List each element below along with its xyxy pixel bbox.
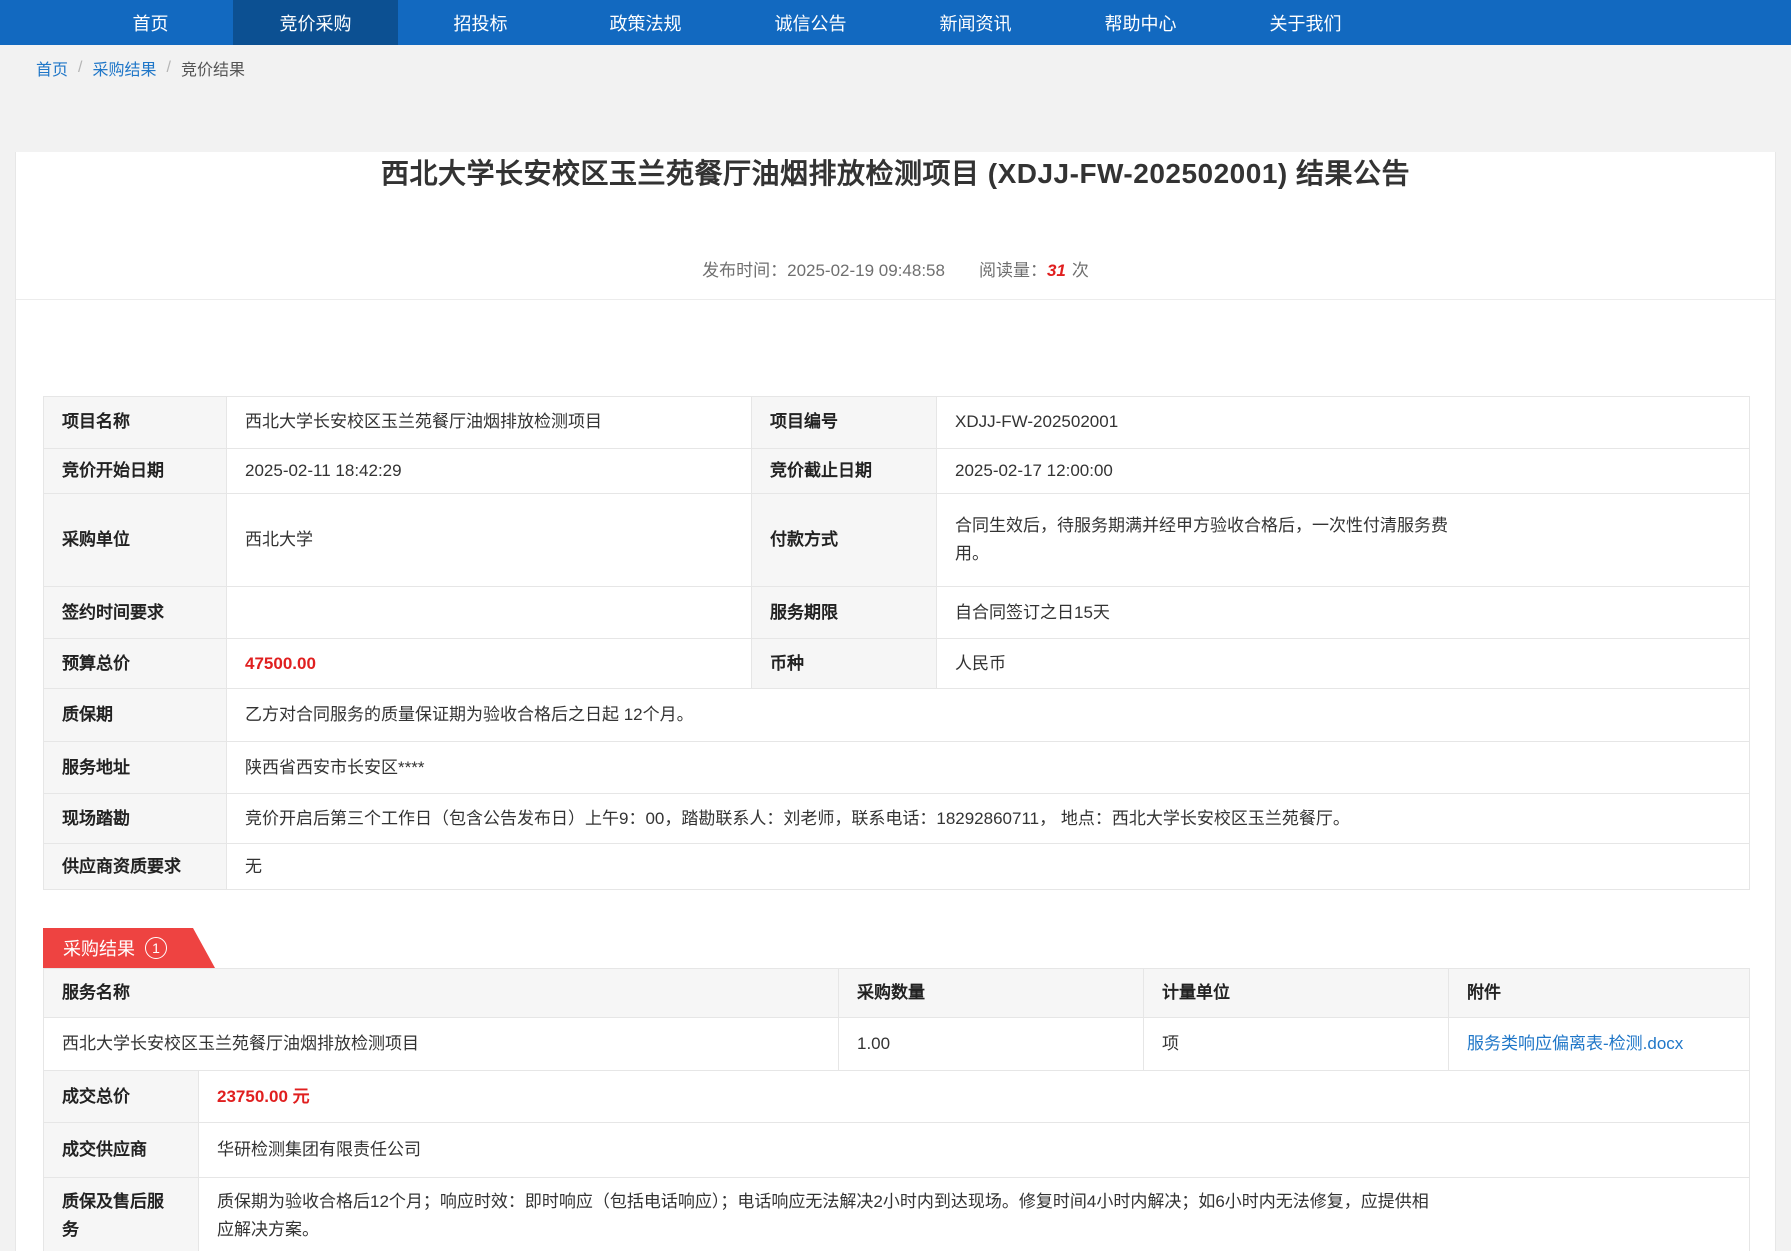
warranty-value: 乙方对合同服务的质量保证期为验收合格后之日起 12个月。 [227,689,1750,742]
result-table-header: 服务名称 采购数量 计量单位 附件 [44,969,1750,1018]
nav-item-home[interactable]: 首页 [68,0,233,45]
announcement-meta: 发布时间：2025-02-19 09:48:58 阅读量：31 次 [16,256,1775,300]
publish-time-label: 发布时间： [702,261,787,280]
bid-start-label: 竞价开始日期 [44,449,227,494]
breadcrumb-separator: / [78,59,82,77]
table-row: 质保及售后服务 质保期为验收合格后12个月；响应时效：即时响应（包括电话响应）；… [44,1178,1750,1251]
deal-total-value: 23750.00 元 [199,1071,1750,1123]
bid-end-value: 2025-02-17 12:00:00 [937,449,1750,494]
service-address-label: 服务地址 [44,742,227,794]
payment-label: 付款方式 [752,494,937,587]
site-visit-label: 现场踏勘 [44,794,227,844]
page: 首页 竞价采购 招投标 政策法规 诚信公告 新闻资讯 帮助中心 关于我们 首页 … [0,0,1791,1251]
site-visit-value: 竞价开启后第三个工作日（包含公告发布日）上午9：00，踏勘联系人：刘老师，联系电… [227,794,1750,844]
nav-item-policy[interactable]: 政策法规 [563,0,728,45]
attachment-link[interactable]: 服务类响应偏离表-检测.docx [1467,1034,1683,1053]
currency-label: 币种 [752,639,937,689]
payment-text: 合同生效后，待服务期满并经甲方验收合格后，一次性付清服务费用。 [955,512,1460,568]
announcement-card: 西北大学长安校区玉兰苑餐厅油烟排放检测项目 (XDJJ-FW-202502001… [15,152,1776,1251]
service-term-label: 服务期限 [752,587,937,639]
deal-supplier-value: 华研检测集团有限责任公司 [199,1123,1750,1178]
nav-item-news[interactable]: 新闻资讯 [893,0,1058,45]
table-row: 采购单位 西北大学 付款方式 合同生效后，待服务期满并经甲方验收合格后，一次性付… [44,494,1750,587]
project-details-table: 项目名称 西北大学长安校区玉兰苑餐厅油烟排放检测项目 项目编号 XDJJ-FW-… [43,396,1750,890]
deal-total-label: 成交总价 [44,1071,199,1123]
bid-end-label: 竞价截止日期 [752,449,937,494]
result-table: 服务名称 采购数量 计量单位 附件 西北大学长安校区玉兰苑餐厅油烟排放检测项目 … [43,968,1750,1071]
service-name-cell: 西北大学长安校区玉兰苑餐厅油烟排放检测项目 [44,1018,839,1071]
unit-cell: 项 [1144,1018,1449,1071]
views-count: 31 [1047,261,1066,280]
views-label: 阅读量： [979,261,1047,280]
breadcrumb-current: 竞价结果 [181,56,245,80]
table-row: 签约时间要求 服务期限 自合同签订之日15天 [44,587,1750,639]
quantity-header: 采购数量 [839,969,1144,1018]
sign-time-value [227,587,752,639]
service-term-value: 自合同签订之日15天 [937,587,1750,639]
service-name-header: 服务名称 [44,969,839,1018]
table-row: 预算总价 47500.00 币种 人民币 [44,639,1750,689]
sign-time-label: 签约时间要求 [44,587,227,639]
table-row: 竞价开始日期 2025-02-11 18:42:29 竞价截止日期 2025-0… [44,449,1750,494]
result-summary-table: 成交总价 23750.00 元 成交供应商 华研检测集团有限责任公司 质保及售后… [43,1070,1750,1251]
deal-supplier-label: 成交供应商 [44,1123,199,1178]
unit-header: 计量单位 [1144,969,1449,1018]
breadcrumb-separator: / [166,59,170,77]
service-address-value: 陕西省西安市长安区**** [227,742,1750,794]
currency-value: 人民币 [937,639,1750,689]
table-row: 供应商资质要求 无 [44,844,1750,890]
nav-item-about-us[interactable]: 关于我们 [1223,0,1388,45]
announcement-title: 西北大学长安校区玉兰苑餐厅油烟排放检测项目 (XDJJ-FW-202502001… [16,152,1775,192]
views-unit: 次 [1072,261,1089,280]
nav-item-bidding-purchase[interactable]: 竞价采购 [233,0,398,45]
payment-value: 合同生效后，待服务期满并经甲方验收合格后，一次性付清服务费用。 [937,494,1750,587]
table-row: 现场踏勘 竞价开启后第三个工作日（包含公告发布日）上午9：00，踏勘联系人：刘老… [44,794,1750,844]
nav-item-tender[interactable]: 招投标 [398,0,563,45]
table-row: 成交供应商 华研检测集团有限责任公司 [44,1123,1750,1178]
nav-item-integrity-notice[interactable]: 诚信公告 [728,0,893,45]
budget-amount: 47500.00 [245,654,316,673]
publish-time-value: 2025-02-19 09:48:58 [787,261,945,280]
nav-item-help-center[interactable]: 帮助中心 [1058,0,1223,45]
table-row: 成交总价 23750.00 元 [44,1071,1750,1123]
budget-label: 预算总价 [44,639,227,689]
buyer-label: 采购单位 [44,494,227,587]
qualification-value: 无 [227,844,1750,890]
top-nav: 首页 竞价采购 招投标 政策法规 诚信公告 新闻资讯 帮助中心 关于我们 [0,0,1791,45]
project-name-value: 西北大学长安校区玉兰苑餐厅油烟排放检测项目 [227,397,752,449]
warranty-label: 质保期 [44,689,227,742]
project-name-label: 项目名称 [44,397,227,449]
deal-total-amount: 23750.00 元 [217,1087,310,1106]
table-row: 项目名称 西北大学长安校区玉兰苑餐厅油烟排放检测项目 项目编号 XDJJ-FW-… [44,397,1750,449]
attachment-header: 附件 [1449,969,1750,1018]
result-table-row: 西北大学长安校区玉兰苑餐厅油烟排放检测项目 1.00 项 服务类响应偏离表-检测… [44,1018,1750,1071]
bid-start-value: 2025-02-11 18:42:29 [227,449,752,494]
breadcrumb: 首页 / 采购结果 / 竞价结果 [0,45,1791,90]
after-sale-value: 质保期为验收合格后12个月；响应时效：即时响应（包括电话响应）；电话响应无法解决… [199,1178,1750,1251]
after-sale-text: 质保期为验收合格后12个月；响应时效：即时响应（包括电话响应）；电话响应无法解决… [217,1188,1432,1244]
budget-value: 47500.00 [227,639,752,689]
quantity-cell: 1.00 [839,1018,1144,1071]
buyer-value: 西北大学 [227,494,752,587]
table-row: 质保期 乙方对合同服务的质量保证期为验收合格后之日起 12个月。 [44,689,1750,742]
attachment-cell: 服务类响应偏离表-检测.docx [1449,1018,1750,1071]
project-no-value: XDJJ-FW-202502001 [937,397,1750,449]
qualification-label: 供应商资质要求 [44,844,227,890]
project-no-label: 项目编号 [752,397,937,449]
table-row: 服务地址 陕西省西安市长安区**** [44,742,1750,794]
after-sale-label: 质保及售后服务 [44,1178,199,1251]
purchase-result-ribbon: 采购结果 1 [43,928,215,968]
purchase-result-label: 采购结果 [63,935,135,961]
result-count-badge: 1 [145,937,167,959]
breadcrumb-section-link[interactable]: 采购结果 [92,56,156,80]
breadcrumb-home-link[interactable]: 首页 [36,56,68,80]
